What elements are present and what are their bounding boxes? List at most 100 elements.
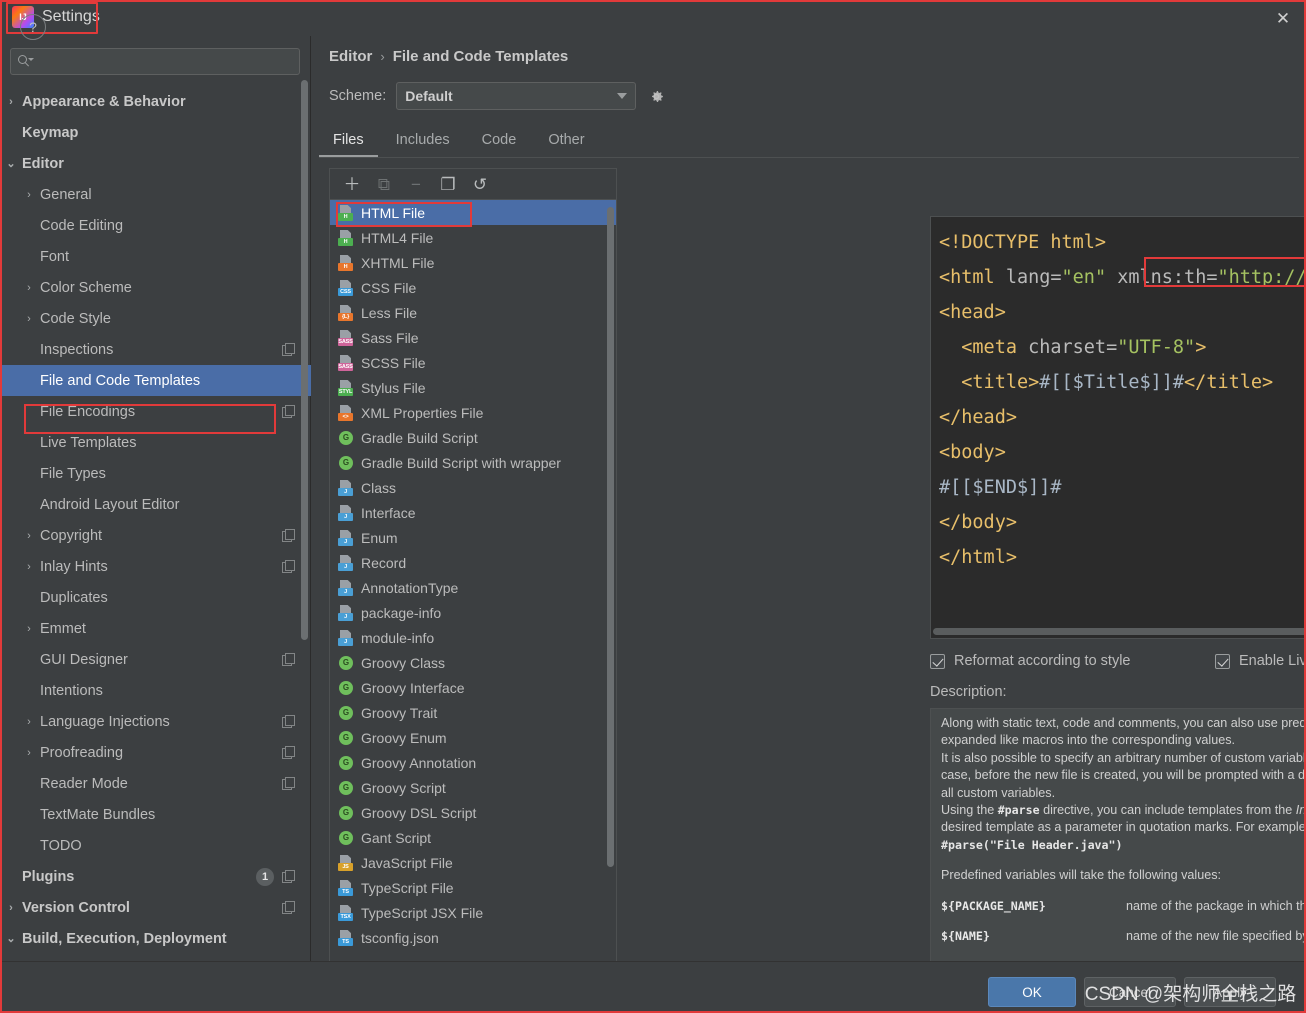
cancel-button[interactable]: Cancel (1084, 977, 1176, 1007)
template-list-item[interactable]: J Interface (330, 500, 616, 525)
chevron-right-icon[interactable]: › (18, 313, 40, 325)
help-button[interactable]: ? (20, 14, 46, 40)
template-list-scrollbar[interactable] (607, 207, 614, 867)
sidebar-item-intentions[interactable]: Intentions (0, 675, 311, 706)
template-list-item[interactable]: J Class (330, 475, 616, 500)
chevron-right-icon[interactable]: › (0, 96, 22, 108)
apply-button[interactable]: Apply (1184, 977, 1276, 1007)
settings-dialog: IJ Settings ✕ › Appearance & Behavior Keym… (0, 0, 1306, 1013)
gear-icon[interactable] (646, 86, 666, 106)
template-list-item[interactable]: G Gradle Build Script with wrapper (330, 450, 616, 475)
template-list-item[interactable]: SASS Sass File (330, 325, 616, 350)
chevron-right-icon[interactable]: › (18, 623, 40, 635)
chevron-down-icon[interactable]: ⌄ (0, 157, 22, 170)
template-list-item[interactable]: G Groovy Interface (330, 675, 616, 700)
sidebar-item-duplicates[interactable]: Duplicates (0, 582, 311, 613)
tab-other[interactable]: Other (534, 123, 598, 157)
template-list-item[interactable]: J Record (330, 550, 616, 575)
template-list-item[interactable]: SASS SCSS File (330, 350, 616, 375)
reset-icon[interactable]: ↺ (466, 172, 494, 196)
copy-icon[interactable]: ❐ (434, 172, 462, 196)
sidebar-item-color-scheme[interactable]: › Color Scheme (0, 272, 311, 303)
template-name: Interface (361, 504, 416, 521)
sidebar-item-proofreading[interactable]: › Proofreading (0, 737, 311, 768)
chevron-right-icon[interactable]: › (18, 282, 40, 294)
template-list-item[interactable]: Jmodule-info (330, 625, 616, 650)
template-code-editor[interactable]: <!DOCTYPE html> <html lang="en" xmlns:th=… (930, 216, 1306, 639)
template-list[interactable]: H HTML File H HTML4 File H XHTML File CSS CSS F… (330, 200, 616, 985)
sidebar-item-android-layout-editor[interactable]: Android Layout Editor (0, 489, 311, 520)
chevron-right-icon[interactable]: › (0, 902, 22, 914)
tab-files[interactable]: Files (319, 123, 378, 157)
sidebar-item-appearance-behavior[interactable]: › Appearance & Behavior (0, 86, 311, 117)
sidebar-scrollbar[interactable] (301, 80, 308, 640)
template-list-item[interactable]: G Gant Script (330, 825, 616, 850)
sidebar-item-gui-designer[interactable]: GUI Designer (0, 644, 311, 675)
sidebar-item-file-encodings[interactable]: File Encodings (0, 396, 311, 427)
sidebar-item-reader-mode[interactable]: Reader Mode (0, 768, 311, 799)
sidebar-item-live-templates[interactable]: Live Templates (0, 427, 311, 458)
editor-horizontal-scrollbar[interactable] (933, 628, 1306, 635)
template-list-item[interactable]: Jpackage-info (330, 600, 616, 625)
chevron-right-icon[interactable]: › (18, 189, 40, 201)
template-list-item[interactable]: CSS CSS File (330, 275, 616, 300)
template-list-item[interactable]: TS TypeScript File (330, 875, 616, 900)
chevron-down-icon[interactable]: ⌄ (0, 932, 22, 945)
sidebar-item-font[interactable]: Font (0, 241, 311, 272)
template-list-item[interactable]: H XHTML File (330, 250, 616, 275)
sidebar-item-file-types[interactable]: File Types (0, 458, 311, 489)
template-list-item[interactable]: G Groovy Annotation (330, 750, 616, 775)
sidebar-item-code-editing[interactable]: Code Editing (0, 210, 311, 241)
template-list-item[interactable]: H HTML File (330, 200, 616, 225)
template-list-item[interactable]: {L} Less File (330, 300, 616, 325)
project-scope-icon (282, 870, 295, 883)
sidebar-item-emmet[interactable]: › Emmet (0, 613, 311, 644)
search-box[interactable] (10, 48, 300, 75)
template-list-item[interactable]: G Groovy Script (330, 775, 616, 800)
sidebar-item-file-and-code-templates[interactable]: File and Code Templates (0, 365, 311, 396)
template-list-item[interactable]: J AnnotationType (330, 575, 616, 600)
sidebar-item-inlay-hints[interactable]: › Inlay Hints (0, 551, 311, 582)
chevron-right-icon[interactable]: › (18, 530, 40, 542)
search-input[interactable] (33, 54, 299, 69)
sidebar-item-textmate-bundles[interactable]: TextMate Bundles (0, 799, 311, 830)
ok-button[interactable]: OK (988, 977, 1076, 1007)
breadcrumb-parent[interactable]: Editor (329, 48, 372, 65)
template-list-item[interactable]: G Groovy Trait (330, 700, 616, 725)
template-list-item[interactable]: STYL Stylus File (330, 375, 616, 400)
template-name: AnnotationType (361, 579, 459, 596)
checkbox-checked-icon (1215, 653, 1230, 669)
template-list-item[interactable]: G Groovy Class (330, 650, 616, 675)
reformat-checkbox[interactable]: Reformat according to style (930, 653, 1215, 669)
template-list-item[interactable]: <> XML Properties File (330, 400, 616, 425)
template-list-item[interactable]: G Groovy DSL Script (330, 800, 616, 825)
template-list-item[interactable]: J Enum (330, 525, 616, 550)
sidebar-item-editor[interactable]: ⌄ Editor (0, 148, 311, 179)
template-list-item[interactable]: TS tsconfig.json (330, 925, 616, 950)
template-list-item[interactable]: G Gradle Build Script (330, 425, 616, 450)
close-icon[interactable]: ✕ (1260, 0, 1306, 36)
chevron-right-icon[interactable]: › (18, 716, 40, 728)
sidebar-item-plugins[interactable]: Plugins 1 (0, 861, 311, 892)
template-list-item[interactable]: H HTML4 File (330, 225, 616, 250)
scheme-dropdown[interactable]: Default (396, 82, 637, 110)
sidebar-item-todo[interactable]: TODO (0, 830, 311, 861)
sidebar-item-label: Android Layout Editor (40, 496, 180, 513)
tab-code[interactable]: Code (468, 123, 531, 157)
chevron-right-icon[interactable]: › (18, 747, 40, 759)
sidebar-item-build-execution-deployment[interactable]: ⌄ Build, Execution, Deployment (0, 923, 311, 954)
template-list-item[interactable]: TSX TypeScript JSX File (330, 900, 616, 925)
template-list-item[interactable]: JS JavaScript File (330, 850, 616, 875)
live-templates-checkbox[interactable]: Enable Live Templates (1215, 653, 1306, 669)
sidebar-item-version-control[interactable]: › Version Control (0, 892, 311, 923)
sidebar-item-general[interactable]: › General (0, 179, 311, 210)
sidebar-item-inspections[interactable]: Inspections (0, 334, 311, 365)
chevron-right-icon[interactable]: › (18, 561, 40, 573)
sidebar-item-language-injections[interactable]: › Language Injections (0, 706, 311, 737)
sidebar-item-keymap[interactable]: Keymap (0, 117, 311, 148)
template-list-item[interactable]: G Groovy Enum (330, 725, 616, 750)
sidebar-item-code-style[interactable]: › Code Style (0, 303, 311, 334)
plus-icon[interactable]: ＋ (338, 172, 366, 196)
sidebar-item-copyright[interactable]: › Copyright (0, 520, 311, 551)
tab-includes[interactable]: Includes (382, 123, 464, 157)
